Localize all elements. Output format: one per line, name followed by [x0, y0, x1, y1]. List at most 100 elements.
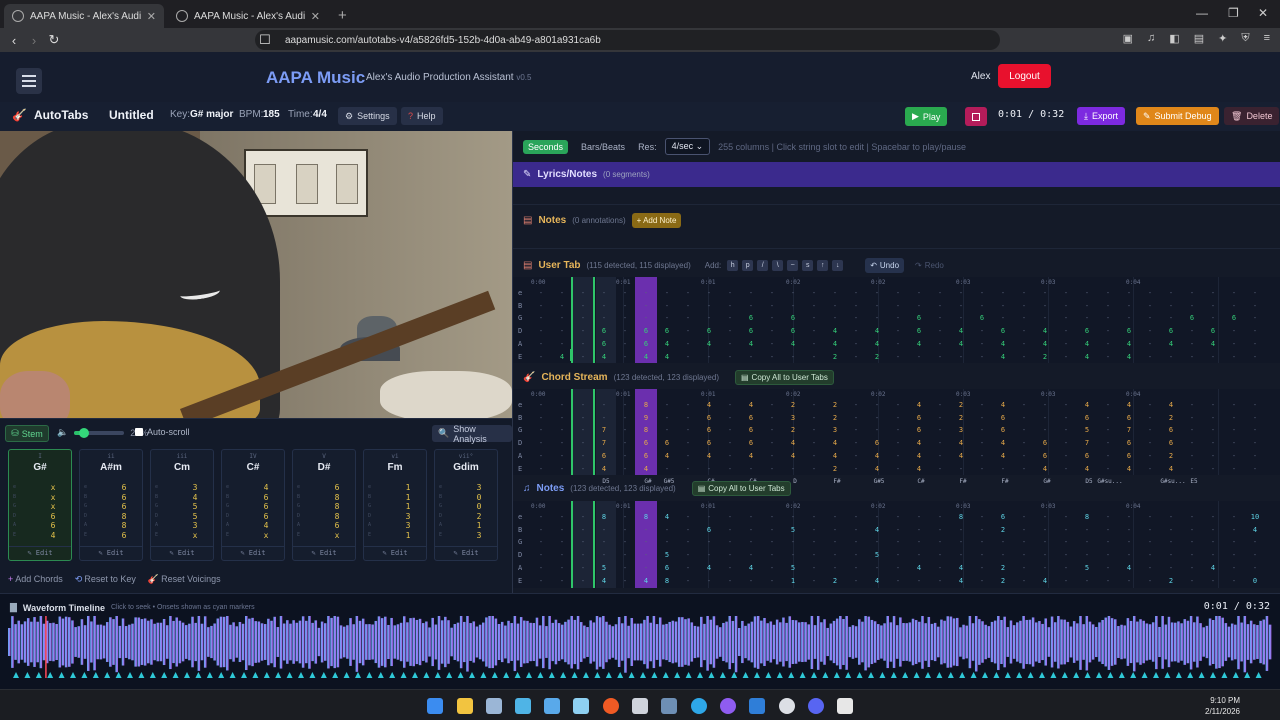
tab-cell[interactable]: - — [1227, 577, 1241, 585]
tab-cell[interactable]: - — [1248, 465, 1262, 473]
edit-chord-button[interactable]: ✎ Edit — [151, 546, 213, 557]
tab-cell[interactable]: 4 — [744, 452, 758, 460]
tab-cell[interactable]: - — [1017, 551, 1031, 559]
tab-cell[interactable]: - — [975, 289, 989, 297]
tab-cell[interactable]: - — [1101, 564, 1115, 572]
tab-cell[interactable]: - — [1185, 465, 1199, 473]
tab-cell[interactable]: 8 — [1080, 513, 1094, 521]
tab-cell[interactable]: - — [954, 353, 968, 361]
tab-cell[interactable]: - — [618, 538, 632, 546]
tab-cell[interactable]: 6 — [744, 327, 758, 335]
add-symbol-button[interactable]: ↓ — [832, 259, 844, 271]
tab-cell[interactable]: - — [576, 289, 590, 297]
tab-cell[interactable]: 6 — [597, 452, 611, 460]
tab-cell[interactable]: 4 — [786, 340, 800, 348]
tab-cell[interactable]: - — [1101, 465, 1115, 473]
tab-cell[interactable]: - — [828, 551, 842, 559]
tab-cell[interactable]: - — [681, 327, 695, 335]
tab-cell[interactable]: - — [618, 526, 632, 534]
tab-cell[interactable]: - — [723, 302, 737, 310]
tab-cell[interactable]: - — [786, 513, 800, 521]
tab-cell[interactable]: - — [891, 414, 905, 422]
tab-cell[interactable]: - — [975, 564, 989, 572]
tab-cell[interactable]: - — [975, 513, 989, 521]
tab-cell[interactable]: - — [870, 401, 884, 409]
tab-cell[interactable]: - — [1059, 551, 1073, 559]
tab-cell[interactable]: 4 — [954, 564, 968, 572]
tab-cell[interactable]: - — [1248, 353, 1262, 361]
tab-cell[interactable]: 6 — [912, 426, 926, 434]
tab-cell[interactable]: - — [1080, 538, 1094, 546]
tab-cell[interactable]: - — [1185, 513, 1199, 521]
tab-cell[interactable]: - — [555, 538, 569, 546]
tab-cell[interactable]: - — [849, 327, 863, 335]
tab-cell[interactable]: 2 — [786, 401, 800, 409]
tab-cell[interactable]: - — [1017, 564, 1031, 572]
tab-cell[interactable]: - — [1122, 551, 1136, 559]
tab-cell[interactable]: 4 — [954, 327, 968, 335]
tab-cell[interactable]: - — [1248, 327, 1262, 335]
tab-cell[interactable]: - — [1101, 414, 1115, 422]
tab-cell[interactable]: - — [1227, 538, 1241, 546]
tab-cell[interactable]: - — [1206, 314, 1220, 322]
tab-cell[interactable]: - — [576, 526, 590, 534]
tab-cell[interactable]: 5 — [1080, 426, 1094, 434]
lyrics-lane[interactable] — [513, 187, 1280, 205]
tab-cell[interactable]: - — [1122, 538, 1136, 546]
tab-cell[interactable]: - — [891, 551, 905, 559]
tab-cell[interactable]: - — [891, 452, 905, 460]
tab-cell[interactable]: - — [1206, 538, 1220, 546]
tab-cell[interactable]: - — [807, 526, 821, 534]
tab-cell[interactable]: - — [1227, 340, 1241, 348]
tab-cell[interactable]: - — [1017, 513, 1031, 521]
file-explorer-icon[interactable] — [457, 698, 473, 714]
tab-cell[interactable]: 6 — [1164, 439, 1178, 447]
tab-cell[interactable]: - — [723, 327, 737, 335]
tab-cell[interactable]: - — [618, 577, 632, 585]
tab-cell[interactable]: - — [765, 465, 779, 473]
tab-cell[interactable]: 6 — [639, 327, 653, 335]
tab-cell[interactable]: 4 — [870, 452, 884, 460]
tab-cell[interactable]: - — [723, 551, 737, 559]
tab-cell[interactable]: - — [534, 353, 548, 361]
tab-cell[interactable]: - — [534, 526, 548, 534]
tab-cell[interactable]: - — [765, 353, 779, 361]
tab-cell[interactable]: - — [1059, 289, 1073, 297]
tab-cell[interactable]: - — [1080, 526, 1094, 534]
tab-cell[interactable]: 2 — [1164, 577, 1178, 585]
tab-cell[interactable]: 6 — [744, 314, 758, 322]
tab-cell[interactable]: - — [1206, 577, 1220, 585]
tab-cell[interactable]: - — [1038, 314, 1052, 322]
tab-cell[interactable]: 2 — [996, 577, 1010, 585]
tab-cell[interactable]: - — [807, 513, 821, 521]
tab-cell[interactable]: - — [1227, 289, 1241, 297]
tab-cell[interactable]: - — [1248, 401, 1262, 409]
tab-cell[interactable]: - — [765, 302, 779, 310]
tab-cell[interactable]: - — [975, 340, 989, 348]
tab-cell[interactable]: - — [996, 538, 1010, 546]
tab-cell[interactable]: - — [1185, 353, 1199, 361]
tab-cell[interactable]: - — [1101, 353, 1115, 361]
tab-cell[interactable]: - — [1038, 414, 1052, 422]
tab-cell[interactable]: 4 — [744, 340, 758, 348]
tab-cell[interactable]: 4 — [597, 353, 611, 361]
tab-cell[interactable]: - — [660, 289, 674, 297]
tab-cell[interactable]: 6 — [702, 327, 716, 335]
tab-cell[interactable]: - — [1143, 302, 1157, 310]
tab-cell[interactable]: 4 — [1038, 577, 1052, 585]
tab-cell[interactable]: - — [534, 452, 548, 460]
browser-tab-2[interactable]: AAPA Music - Alex's Audio Productio... ✕ — [168, 4, 328, 28]
tab-cell[interactable]: - — [597, 289, 611, 297]
tab-cell[interactable]: - — [891, 513, 905, 521]
tab-cell[interactable]: - — [1227, 414, 1241, 422]
tab-cell[interactable]: - — [681, 564, 695, 572]
tab-cell[interactable]: - — [1248, 551, 1262, 559]
tab-cell[interactable]: - — [1164, 564, 1178, 572]
tab-cell[interactable]: - — [849, 314, 863, 322]
tab-cell[interactable]: 4 — [996, 340, 1010, 348]
tab-cell[interactable]: - — [1122, 302, 1136, 310]
tab-cell[interactable]: - — [1143, 340, 1157, 348]
tab-cell[interactable]: - — [975, 452, 989, 460]
sidebar-icon[interactable]: ◧ — [1169, 32, 1179, 45]
tab-cell[interactable]: - — [1185, 452, 1199, 460]
